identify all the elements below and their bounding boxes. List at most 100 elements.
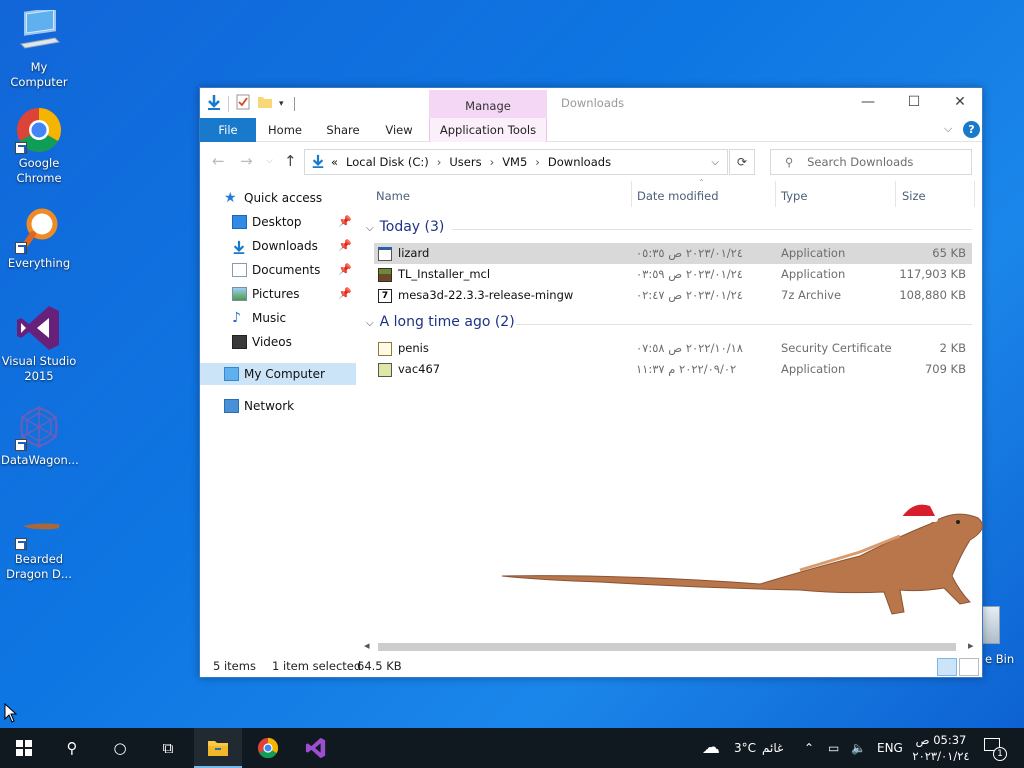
desktop-icon-visual-studio[interactable]: Visual Studio 2015: [1, 304, 77, 384]
music-icon: ♪: [232, 310, 241, 326]
horizontal-scrollbar[interactable]: ◂ ▸: [360, 639, 982, 655]
breadcrumb-overflow[interactable]: «: [331, 155, 338, 169]
file-date: ٢٠٢٣/٠١/٢٤ ص ٠٥:٣٥: [636, 246, 743, 260]
file-row-mesa3d[interactable]: 7 mesa3d-22.3.3-release-mingw ٢٠٢٣/٠١/٢٤…: [374, 285, 972, 306]
file-row-tl-installer[interactable]: TL_Installer_mcl ٢٠٢٣/٠١/٢٤ ص ٠٣:٥٩ Appl…: [374, 264, 972, 285]
nav-my-computer[interactable]: My Computer: [200, 363, 356, 385]
breadcrumb-chevron-icon[interactable]: ›: [490, 155, 495, 169]
clock[interactable]: 05:37 ص ٢٠٢٣/٠١/٢٤: [906, 732, 976, 764]
column-date-modified[interactable]: Date modified: [637, 189, 719, 203]
download-arrow-icon[interactable]: [206, 94, 222, 113]
ribbon-expand-icon[interactable]: ⌵: [944, 122, 952, 136]
weather-cloud-icon[interactable]: ☁: [702, 728, 720, 768]
nav-music[interactable]: ♪ Music: [200, 307, 356, 329]
network-icon: [224, 399, 239, 413]
desktop-icon-datawagon[interactable]: DataWagon...: [1, 403, 79, 468]
manage-contextual-tab[interactable]: Manage: [429, 90, 547, 118]
desktop-icon-everything[interactable]: Everything: [1, 206, 77, 271]
collapse-chevron-icon[interactable]: ⌵: [366, 223, 374, 234]
search-input[interactable]: ⚲ Search Downloads: [770, 149, 972, 175]
tab-home[interactable]: Home: [262, 118, 308, 142]
pin-icon[interactable]: 📌: [338, 283, 352, 305]
help-icon[interactable]: ?: [963, 121, 980, 138]
breadcrumb-chevron-icon[interactable]: ›: [437, 155, 442, 169]
file-row-penis[interactable]: penis ٢٠٢٢/١٠/١٨ ص ٠٧:٥٨ Security Certif…: [374, 338, 972, 359]
forward-icon[interactable]: →: [240, 152, 253, 170]
qat-dropdown-icon[interactable]: ▾: [279, 99, 284, 109]
search-button[interactable]: ⚲: [48, 728, 96, 768]
minimize-button[interactable]: —: [845, 88, 891, 118]
column-size[interactable]: Size: [902, 189, 926, 203]
address-location-icon: [311, 154, 325, 171]
tab-file[interactable]: File: [200, 118, 256, 142]
nav-pictures[interactable]: Pictures 📌: [200, 283, 356, 305]
action-center-button[interactable]: 1: [980, 728, 1008, 768]
collapse-chevron-icon[interactable]: ⌵: [366, 318, 374, 329]
scrollbar-thumb[interactable]: [378, 643, 956, 651]
file-size: 65 KB: [932, 246, 966, 260]
pin-icon[interactable]: 📌: [338, 211, 352, 233]
group-header-long-ago[interactable]: ⌵ A long time ago (2): [366, 314, 515, 330]
back-icon[interactable]: ←: [212, 152, 225, 170]
nav-downloads[interactable]: Downloads 📌: [200, 235, 356, 257]
breadcrumb-vm5[interactable]: VM5: [502, 155, 527, 169]
pin-icon[interactable]: 📌: [338, 259, 352, 281]
file-row-vac467[interactable]: vac467 ٢٠٢٢/٠٩/٠٢ م ١١:٣٧ Application 70…: [374, 359, 972, 380]
pin-icon[interactable]: 📌: [338, 235, 352, 257]
breadcrumb-chevron-icon[interactable]: ›: [535, 155, 540, 169]
desktop-icon-bearded-dragon[interactable]: Bearded Dragon D...: [1, 502, 77, 582]
file-date: ٢٠٢٣/٠١/٢٤ ص ٠٢:٤٧: [636, 288, 743, 302]
chrome-icon: [257, 737, 279, 759]
properties-icon[interactable]: [235, 94, 251, 113]
large-icons-view-icon[interactable]: [959, 658, 979, 676]
tab-share[interactable]: Share: [320, 118, 366, 142]
new-folder-icon[interactable]: [257, 94, 273, 113]
column-name[interactable]: Name: [376, 189, 410, 203]
maximize-button[interactable]: ☐: [891, 88, 937, 118]
show-hidden-icons-icon[interactable]: ⌃: [804, 728, 814, 768]
nav-desktop[interactable]: Desktop 📌: [200, 211, 356, 233]
breadcrumb-users[interactable]: Users: [449, 155, 481, 169]
volume-icon[interactable]: 🔈: [851, 728, 866, 768]
breadcrumb-downloads[interactable]: Downloads: [548, 155, 611, 169]
nav-label: Music: [252, 311, 287, 325]
details-view-icon[interactable]: [937, 658, 957, 676]
breadcrumb-local-disk[interactable]: Local Disk (C:): [346, 155, 429, 169]
nav-label: My Computer: [244, 367, 325, 381]
group-header-today[interactable]: ⌵ Today (3): [366, 219, 444, 235]
nav-network[interactable]: Network: [200, 395, 356, 417]
desktop-icon-my-computer[interactable]: My Computer: [1, 7, 77, 90]
weather-temp[interactable]: 3°C: [734, 728, 756, 768]
taskbar-visual-studio[interactable]: [292, 728, 340, 768]
task-view-button[interactable]: ⧉: [144, 728, 192, 768]
tab-view[interactable]: View: [378, 118, 420, 142]
up-icon[interactable]: ↑: [284, 152, 297, 170]
start-button[interactable]: [0, 728, 48, 768]
column-type[interactable]: Type: [781, 189, 807, 203]
nav-label: Documents: [252, 263, 321, 277]
nav-label: Videos: [252, 335, 292, 349]
nav-quick-access[interactable]: ★ Quick access: [200, 187, 356, 209]
scroll-left-icon[interactable]: ◂: [364, 639, 370, 652]
recent-dropdown-icon[interactable]: ⌵: [266, 156, 273, 166]
search-placeholder: Search Downloads: [807, 155, 914, 169]
taskbar-file-explorer[interactable]: [194, 728, 242, 768]
close-button[interactable]: ✕: [937, 88, 982, 118]
nav-documents[interactable]: Documents 📌: [200, 259, 356, 281]
desktop-icon-google-chrome[interactable]: Google Chrome: [1, 106, 77, 186]
scroll-right-icon[interactable]: ▸: [968, 639, 974, 652]
address-dropdown-icon[interactable]: ⌵: [711, 157, 719, 168]
language-indicator[interactable]: ENG: [877, 728, 903, 768]
taskbar-chrome[interactable]: [244, 728, 292, 768]
refresh-button[interactable]: ⟳: [729, 149, 755, 175]
datawagon-icon: [15, 403, 63, 451]
network-icon[interactable]: ▭: [828, 728, 839, 768]
tab-application-tools[interactable]: Application Tools: [429, 118, 547, 142]
chrome-icon: [15, 106, 63, 154]
weather-condition[interactable]: غائم: [762, 728, 783, 768]
address-bar[interactable]: « Local Disk (C:) › Users › VM5 › Downlo…: [304, 149, 728, 175]
file-row-lizard[interactable]: lizard ٢٠٢٣/٠١/٢٤ ص ٠٥:٣٥ Application 65…: [374, 243, 972, 264]
search-icon: ⚲: [785, 155, 794, 169]
nav-videos[interactable]: Videos: [200, 331, 356, 353]
cortana-button[interactable]: ○: [96, 728, 144, 768]
